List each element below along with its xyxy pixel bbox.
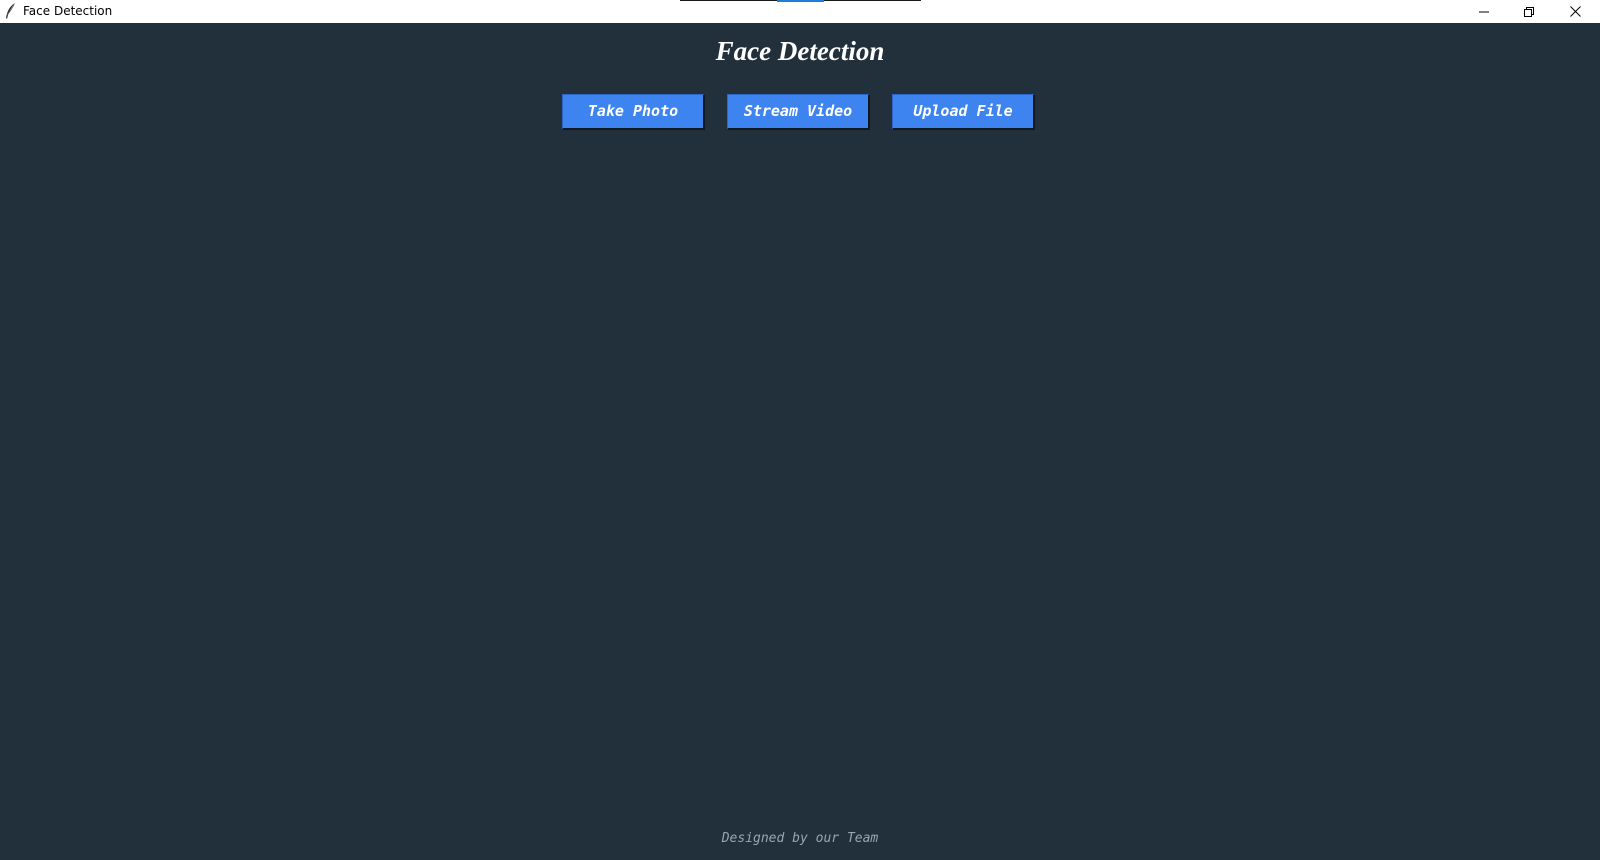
main-panel: Face Detection Take Photo Stream Video U… <box>0 23 1600 860</box>
page-title: Face Detection <box>715 36 885 66</box>
minimize-button[interactable] <box>1461 0 1507 23</box>
title-bar[interactable]: Face Detection <box>0 0 1600 23</box>
close-button[interactable] <box>1552 0 1598 23</box>
app-window: Face Detection Face Detection Take Photo… <box>0 0 1600 860</box>
footer-credit: Designed by our Team <box>721 831 879 846</box>
stream-video-button[interactable]: Stream Video <box>727 94 870 130</box>
close-icon <box>1569 6 1581 17</box>
take-photo-button[interactable]: Take Photo <box>562 94 705 130</box>
restore-button[interactable] <box>1506 0 1552 23</box>
feather-icon <box>4 3 16 19</box>
upload-file-button[interactable]: Upload File <box>892 94 1035 130</box>
snap-layout-accent <box>777 0 824 2</box>
window-title: Face Detection <box>23 4 113 18</box>
minimize-icon <box>1479 7 1489 17</box>
restore-icon <box>1524 6 1534 17</box>
